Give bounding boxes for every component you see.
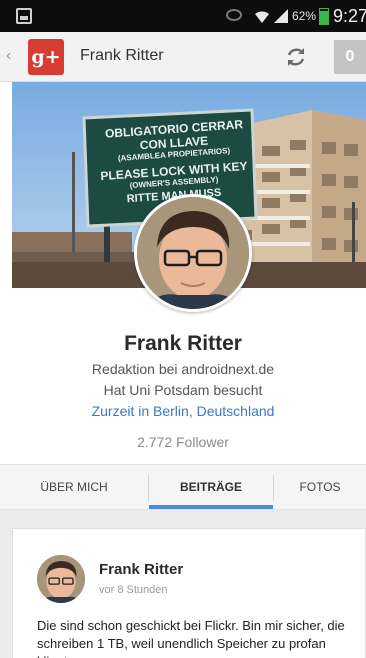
profile-name: Frank Ritter: [124, 332, 242, 355]
screenshot-icon: [16, 8, 32, 24]
clock: 9:27: [333, 6, 366, 26]
back-chevron-icon[interactable]: ‹: [6, 47, 11, 65]
active-tab-indicator: [149, 505, 273, 509]
signal-icon: [274, 9, 288, 23]
post-author-name[interactable]: Frank Ritter: [99, 561, 183, 578]
tab-ueber-mich[interactable]: ÜBER MICH: [0, 465, 148, 509]
profile-education: Hat Uni Potsdam besucht: [103, 382, 263, 398]
battery-percent: 62%: [292, 9, 317, 23]
refresh-icon[interactable]: [284, 45, 308, 69]
tab-fotos[interactable]: FOTOS: [274, 465, 366, 509]
page-title: Frank Ritter: [80, 47, 164, 64]
follower-count[interactable]: 2.772 Follower: [0, 434, 366, 450]
post-timestamp: vor 8 Stunden: [99, 584, 168, 596]
google-plus-logo[interactable]: g+: [28, 39, 64, 75]
eye-icon: [226, 9, 242, 21]
tab-beitraege[interactable]: BEITRÄGE: [149, 465, 273, 509]
post-card[interactable]: Frank Ritter vor 8 Stunden Die sind scho…: [12, 528, 366, 658]
status-bar: 62% 9:27: [0, 0, 366, 32]
profile-occupation: Redaktion bei androidnext.de: [91, 361, 275, 377]
post-author-avatar[interactable]: [37, 555, 85, 603]
avatar-photo: [37, 555, 85, 603]
post-feed: Frank Ritter vor 8 Stunden Die sind scho…: [0, 510, 366, 658]
action-bar: ‹ g+ Frank Ritter 0: [0, 32, 366, 82]
profile-tabs: ÜBER MICH BEITRÄGE FOTOS: [0, 464, 366, 510]
battery-icon: [319, 8, 329, 25]
profile-avatar[interactable]: [134, 194, 252, 312]
wifi-icon: [255, 11, 269, 23]
avatar-photo: [137, 197, 249, 309]
profile-location-link[interactable]: Zurzeit in Berlin, Deutschland: [0, 403, 366, 419]
post-text: Die sind schon geschickt bei Flickr. Bin…: [37, 618, 345, 658]
notification-count-button[interactable]: 0: [334, 40, 366, 74]
